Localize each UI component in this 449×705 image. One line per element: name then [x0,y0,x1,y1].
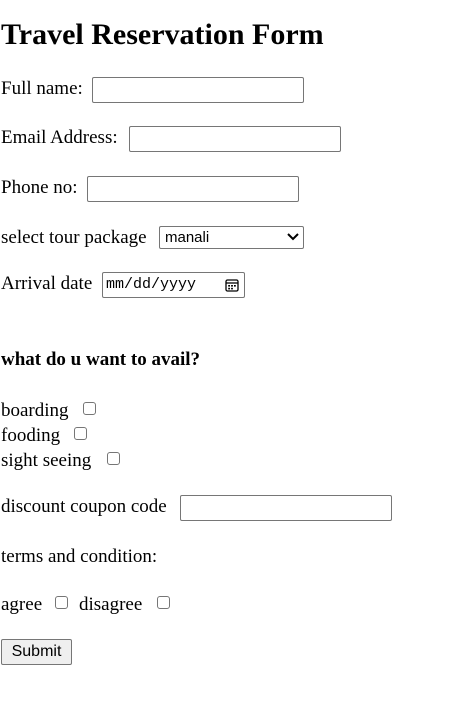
tour-package-selected-value: manali [165,229,210,246]
arrival-date-label: Arrival date [1,273,93,294]
avail-heading: what do u want to avail? [1,349,200,370]
sight-seeing-checkbox[interactable] [107,452,120,465]
full-name-input[interactable] [92,77,304,103]
boarding-checkbox[interactable] [83,402,96,415]
coupon-label: discount coupon code [1,496,167,517]
agree-label: agree [1,594,43,615]
chevron-down-icon [287,233,299,241]
fooding-checkbox[interactable] [74,427,87,440]
arrival-date-placeholder: mm/dd/yyyy [106,276,197,293]
phone-label: Phone no: [1,177,78,198]
agree-checkbox[interactable] [55,596,68,609]
fooding-label: fooding [1,425,61,446]
page-title: Travel Reservation Form [1,18,324,51]
terms-label: terms and condition: [1,546,158,567]
phone-input[interactable] [87,176,299,202]
submit-button[interactable]: Submit [1,639,72,665]
boarding-label: boarding [1,400,69,421]
sight-seeing-label: sight seeing [1,450,92,471]
arrival-date-input[interactable]: mm/dd/yyyy [102,272,245,298]
coupon-input[interactable] [180,495,392,521]
email-label: Email Address: [1,127,118,148]
tour-package-select[interactable]: manali [159,226,304,249]
full-name-label: Full name: [1,78,83,99]
disagree-checkbox[interactable] [157,596,170,609]
email-input[interactable] [129,126,341,152]
disagree-label: disagree [79,594,143,615]
tour-package-label: select tour package [1,227,147,248]
calendar-icon[interactable] [225,278,239,292]
